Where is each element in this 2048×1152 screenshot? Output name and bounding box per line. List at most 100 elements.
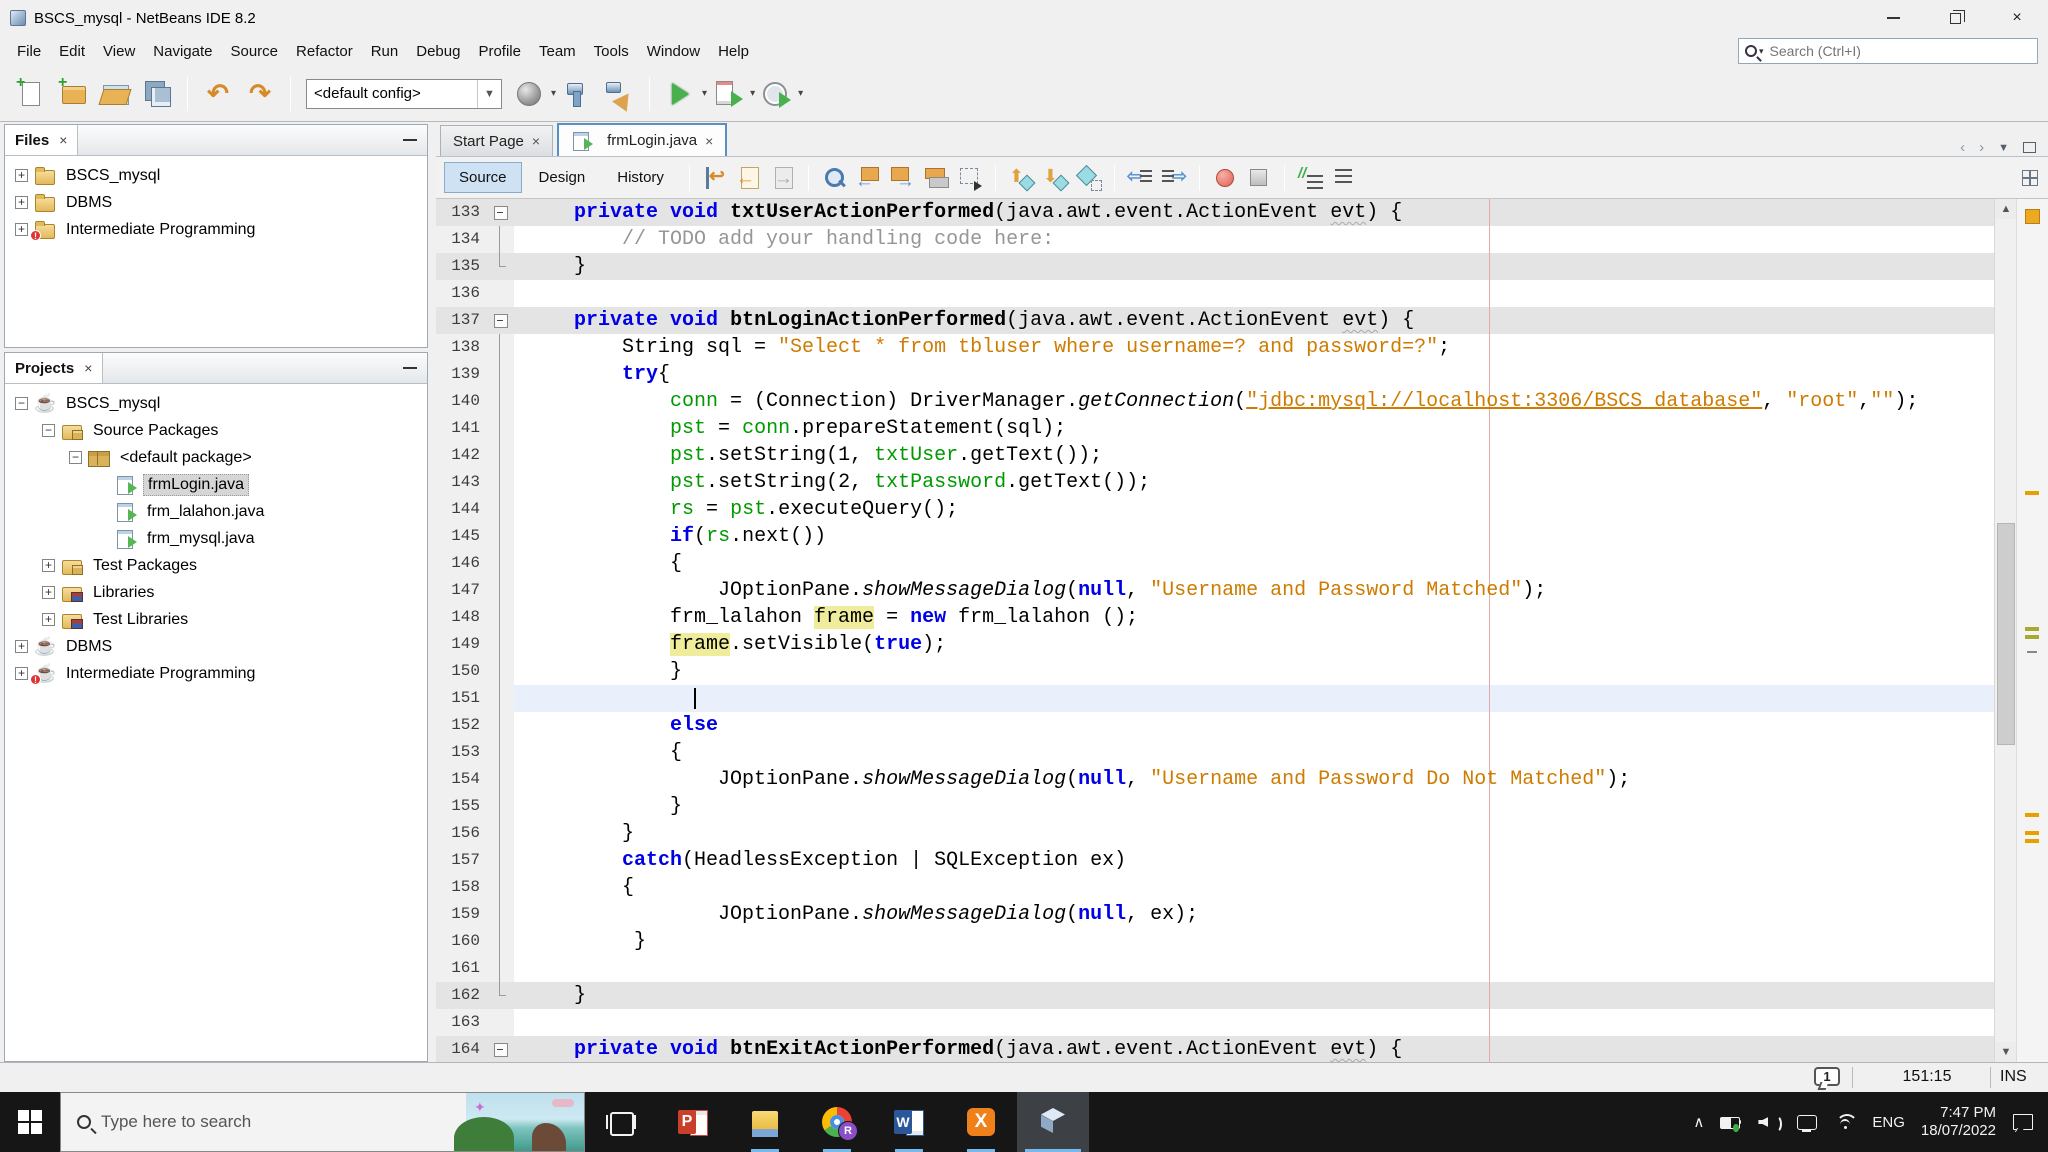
- line-number[interactable]: 151: [436, 685, 488, 712]
- taskbar-app-powerpoint[interactable]: [657, 1092, 729, 1152]
- prev-bm-icon[interactable]: [1006, 163, 1036, 193]
- line-number[interactable]: 162: [436, 982, 488, 1009]
- line-number[interactable]: 153: [436, 739, 488, 766]
- code-line-164[interactable]: 164 private void btnExitActionPerformed(…: [436, 1036, 1994, 1062]
- chevron-down-icon[interactable]: ▾: [702, 88, 707, 99]
- scrollbar-thumb[interactable]: [1997, 523, 2015, 745]
- fold-toggle-icon[interactable]: [488, 1036, 514, 1062]
- code-line-151[interactable]: 151: [436, 685, 1994, 712]
- menu-view[interactable]: View: [94, 39, 144, 64]
- expand-icon[interactable]: +: [15, 667, 28, 680]
- back-icon[interactable]: [734, 163, 764, 193]
- projects-item-intermediate-programming[interactable]: +! Intermediate Programming: [5, 660, 427, 687]
- record-icon[interactable]: [1210, 163, 1240, 193]
- line-number[interactable]: 160: [436, 928, 488, 955]
- toggle-bm-icon[interactable]: [1074, 163, 1104, 193]
- undo-icon[interactable]: [201, 77, 235, 111]
- line-number[interactable]: 154: [436, 766, 488, 793]
- projects-item-test-libraries[interactable]: + Test Libraries: [5, 606, 427, 633]
- code-line-143[interactable]: 143 pst.setString(2, txtPassword.getText…: [436, 469, 1994, 496]
- line-number[interactable]: 139: [436, 361, 488, 388]
- taskbar-app-netbeans[interactable]: [1017, 1092, 1089, 1152]
- line-number[interactable]: 158: [436, 874, 488, 901]
- projects-item-frm-mysql-java[interactable]: frm_mysql.java: [5, 525, 427, 552]
- expand-icon[interactable]: +: [42, 586, 55, 599]
- expand-icon[interactable]: +: [15, 223, 28, 236]
- code-line-156[interactable]: 156 }: [436, 820, 1994, 847]
- olive-mark[interactable]: [2025, 627, 2039, 631]
- error-stripe[interactable]: [2016, 199, 2048, 1062]
- caret-mark-mark[interactable]: [2027, 651, 2037, 653]
- line-number[interactable]: 163: [436, 1009, 488, 1036]
- close-tab-icon[interactable]: ×: [532, 133, 540, 149]
- code-line-155[interactable]: 155 }: [436, 793, 1994, 820]
- line-number[interactable]: 157: [436, 847, 488, 874]
- debug-icon[interactable]: [711, 77, 745, 111]
- chevron-down-icon[interactable]: ▾: [551, 88, 556, 99]
- deploy-icon[interactable]: [512, 77, 546, 111]
- maximize-editor-icon[interactable]: [2023, 142, 2036, 153]
- next-bm-icon[interactable]: [1040, 163, 1070, 193]
- taskbar-app-chrome[interactable]: [801, 1092, 873, 1152]
- minimize-button[interactable]: [1862, 0, 1924, 36]
- close-tab-icon[interactable]: ×: [705, 133, 713, 149]
- new-project-icon[interactable]: [56, 74, 90, 111]
- line-number[interactable]: 159: [436, 901, 488, 928]
- menu-edit[interactable]: Edit: [50, 39, 94, 64]
- code-line-163[interactable]: 163: [436, 1009, 1994, 1036]
- code-line-146[interactable]: 146 {: [436, 550, 1994, 577]
- open-project-icon[interactable]: [98, 77, 132, 111]
- line-number[interactable]: 134: [436, 226, 488, 253]
- stop-icon[interactable]: [1244, 163, 1274, 193]
- collapse-icon[interactable]: −: [42, 424, 55, 437]
- code-line-149[interactable]: 149 frame.setVisible(true);: [436, 631, 1994, 658]
- chevron-down-icon[interactable]: ▼: [477, 79, 501, 108]
- line-number[interactable]: 145: [436, 523, 488, 550]
- menu-profile[interactable]: Profile: [469, 39, 530, 64]
- code-line-161[interactable]: 161: [436, 955, 1994, 982]
- line-number[interactable]: 140: [436, 388, 488, 415]
- line-number[interactable]: 135: [436, 253, 488, 280]
- view-button-design[interactable]: Design: [524, 162, 601, 193]
- minimize-panel-icon[interactable]: [403, 139, 417, 141]
- projects-item-libraries[interactable]: + Libraries: [5, 579, 427, 606]
- expand-icon[interactable]: +: [42, 613, 55, 626]
- battery-icon[interactable]: [1720, 1112, 1742, 1132]
- taskbar-search-box[interactable]: Type here to search ✦: [60, 1092, 585, 1152]
- code-editor[interactable]: 133 private void txtUserActionPerformed(…: [436, 199, 2048, 1062]
- action-center-icon[interactable]: [2012, 1112, 2034, 1132]
- view-button-source[interactable]: Source: [444, 162, 522, 193]
- projects-item-frmlogin-java[interactable]: frmLogin.java: [5, 471, 427, 498]
- menu-team[interactable]: Team: [530, 39, 585, 64]
- line-number[interactable]: 150: [436, 658, 488, 685]
- files-item-intermediate-programming[interactable]: +! Intermediate Programming: [5, 216, 427, 243]
- code-line-154[interactable]: 154 JOptionPane.showMessageDialog(null, …: [436, 766, 1994, 793]
- build-icon[interactable]: [560, 77, 594, 111]
- find-icon[interactable]: [819, 163, 849, 193]
- code-line-140[interactable]: 140 conn = (Connection) DriverManager.ge…: [436, 388, 1994, 415]
- line-number[interactable]: 156: [436, 820, 488, 847]
- code-line-159[interactable]: 159 JOptionPane.showMessageDialog(null, …: [436, 901, 1994, 928]
- olive-mark[interactable]: [2025, 635, 2039, 639]
- menu-source[interactable]: Source: [221, 39, 287, 64]
- code-line-153[interactable]: 153 {: [436, 739, 1994, 766]
- code-line-158[interactable]: 158 {: [436, 874, 1994, 901]
- line-number[interactable]: 161: [436, 955, 488, 982]
- code-line-157[interactable]: 157 catch(HeadlessException | SQLExcepti…: [436, 847, 1994, 874]
- scroll-down-icon[interactable]: ▼: [1995, 1042, 2017, 1062]
- notifications-icon[interactable]: 1: [1814, 1067, 1840, 1086]
- menu-navigate[interactable]: Navigate: [144, 39, 221, 64]
- menu-tools[interactable]: Tools: [585, 39, 638, 64]
- projects-item-dbms[interactable]: + DBMS: [5, 633, 427, 660]
- projects-item-source-packages[interactable]: − Source Packages: [5, 417, 427, 444]
- line-number[interactable]: 152: [436, 712, 488, 739]
- line-number[interactable]: 164: [436, 1036, 488, 1062]
- vertical-scrollbar[interactable]: ▲ ▼: [1994, 199, 2017, 1062]
- new-file-icon[interactable]: [14, 74, 48, 111]
- warning-mark[interactable]: [2025, 813, 2039, 817]
- restore-button[interactable]: [1924, 0, 1986, 36]
- tray-chevron-up-icon[interactable]: ∧: [1693, 1113, 1704, 1131]
- projects-item-frm-lalahon-java[interactable]: frm_lalahon.java: [5, 498, 427, 525]
- taskbar-app-xampp[interactable]: [945, 1092, 1017, 1152]
- run-icon[interactable]: [663, 77, 697, 111]
